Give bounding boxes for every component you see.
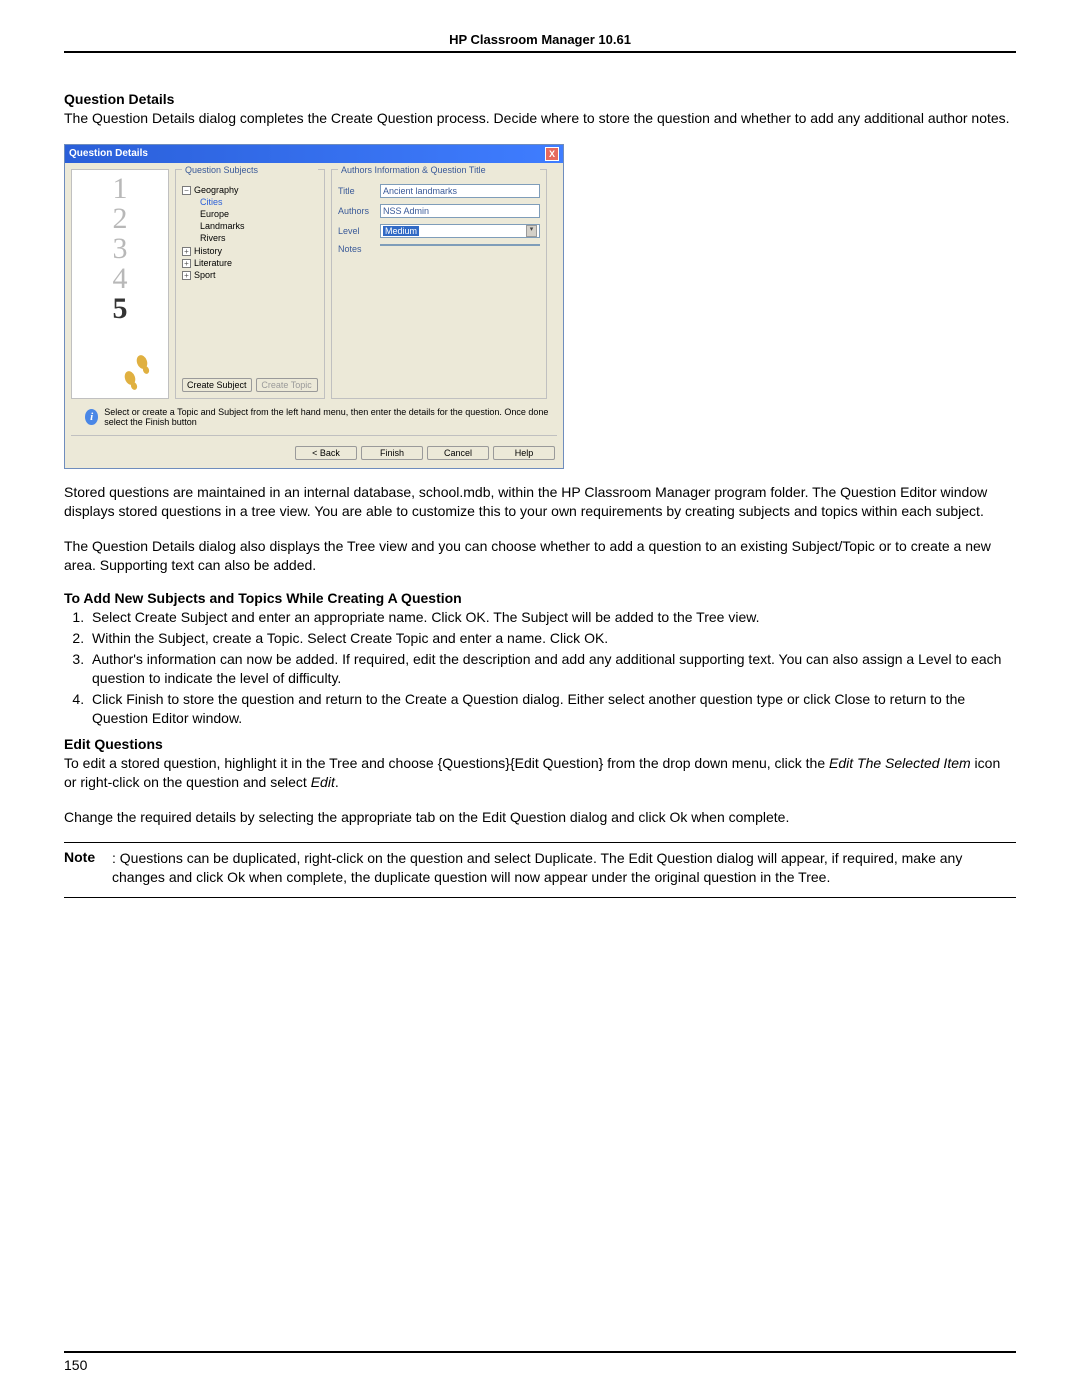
graphic-num: 3 xyxy=(113,234,128,264)
tree-subject[interactable]: Sport xyxy=(194,270,216,280)
list-item: Within the Subject, create a Topic. Sele… xyxy=(88,629,1016,648)
info-text: Select or create a Topic and Subject fro… xyxy=(104,407,551,427)
tree-expand-icon[interactable]: + xyxy=(182,247,191,256)
page-header: HP Classroom Manager 10.61 xyxy=(64,32,1016,53)
create-topic-button[interactable]: Create Topic xyxy=(256,378,318,392)
tree-topic[interactable]: Rivers xyxy=(200,232,318,244)
add-subjects-heading: To Add New Subjects and Topics While Cre… xyxy=(64,590,1016,606)
page-number: 150 xyxy=(64,1357,87,1373)
create-subject-button[interactable]: Create Subject xyxy=(182,378,252,392)
tree-subject[interactable]: History xyxy=(194,246,222,256)
authors-info-panel: Authors Information & Question Title Tit… xyxy=(331,169,547,399)
cancel-button[interactable]: Cancel xyxy=(427,446,489,460)
authors-input[interactable]: NSS Admin xyxy=(380,204,540,218)
edit-questions-heading: Edit Questions xyxy=(64,736,1016,752)
subjects-panel-title: Question Subjects xyxy=(182,165,318,175)
dialog-titlebar[interactable]: Question Details X xyxy=(65,145,563,163)
page-footer: 150 xyxy=(64,1351,1016,1373)
notes-textarea[interactable] xyxy=(380,244,540,246)
tree-subject[interactable]: Geography xyxy=(194,185,239,195)
graphic-num: 2 xyxy=(113,204,128,234)
finish-button[interactable]: Finish xyxy=(361,446,423,460)
subjects-tree[interactable]: −Geography Cities Europe Landmarks River… xyxy=(182,184,318,376)
notes-label: Notes xyxy=(338,244,374,254)
help-button[interactable]: Help xyxy=(493,446,555,460)
section-question-details-heading: Question Details xyxy=(64,91,1016,107)
close-icon[interactable]: X xyxy=(545,147,559,161)
graphic-num: 4 xyxy=(113,264,128,294)
info-icon: i xyxy=(85,409,98,425)
list-item: Select Create Subject and enter an appro… xyxy=(88,608,1016,627)
edit-questions-para2: Change the required details by selecting… xyxy=(64,808,1016,827)
horizontal-rule xyxy=(64,897,1016,898)
edit-questions-para: To edit a stored question, highlight it … xyxy=(64,754,1016,792)
footprints-icon xyxy=(120,354,154,394)
level-value: Medium xyxy=(383,226,419,236)
list-item: Click Finish to store the question and r… xyxy=(88,690,1016,728)
tree-expand-icon[interactable]: + xyxy=(182,271,191,280)
authors-panel-title: Authors Information & Question Title xyxy=(338,165,540,175)
stored-questions-para: Stored questions are maintained in an in… xyxy=(64,483,1016,521)
title-label: Title xyxy=(338,186,374,196)
horizontal-rule xyxy=(64,842,1016,843)
tree-topic[interactable]: Landmarks xyxy=(200,220,318,232)
title-input[interactable]: Ancient landmarks xyxy=(380,184,540,198)
tree-expand-icon[interactable]: + xyxy=(182,259,191,268)
note-text: : Questions can be duplicated, right-cli… xyxy=(112,849,1016,887)
list-item: Author's information can now be added. I… xyxy=(88,650,1016,688)
section-question-details-para: The Question Details dialog completes th… xyxy=(64,109,1016,128)
tree-view-para: The Question Details dialog also display… xyxy=(64,537,1016,575)
level-select[interactable]: Medium ▾ xyxy=(380,224,540,238)
dialog-title: Question Details xyxy=(69,148,148,159)
tree-topic[interactable]: Cities xyxy=(200,196,318,208)
tree-subject[interactable]: Literature xyxy=(194,258,232,268)
add-subjects-list: Select Create Subject and enter an appro… xyxy=(88,608,1016,727)
authors-label: Authors xyxy=(338,206,374,216)
graphic-num-active: 5 xyxy=(113,294,128,324)
back-button[interactable]: < Back xyxy=(295,446,357,460)
graphic-num: 1 xyxy=(113,174,128,204)
chevron-down-icon[interactable]: ▾ xyxy=(526,225,537,237)
question-details-dialog: Question Details X 1 2 3 4 5 xyxy=(64,144,564,469)
level-label: Level xyxy=(338,226,374,236)
dialog-left-graphic: 1 2 3 4 5 xyxy=(71,169,169,399)
question-subjects-panel: Question Subjects −Geography Cities Euro… xyxy=(175,169,325,399)
note-block: Note : Questions can be duplicated, righ… xyxy=(64,849,1016,887)
tree-collapse-icon[interactable]: − xyxy=(182,186,191,195)
tree-topic[interactable]: Europe xyxy=(200,208,318,220)
note-label: Note xyxy=(64,849,112,887)
